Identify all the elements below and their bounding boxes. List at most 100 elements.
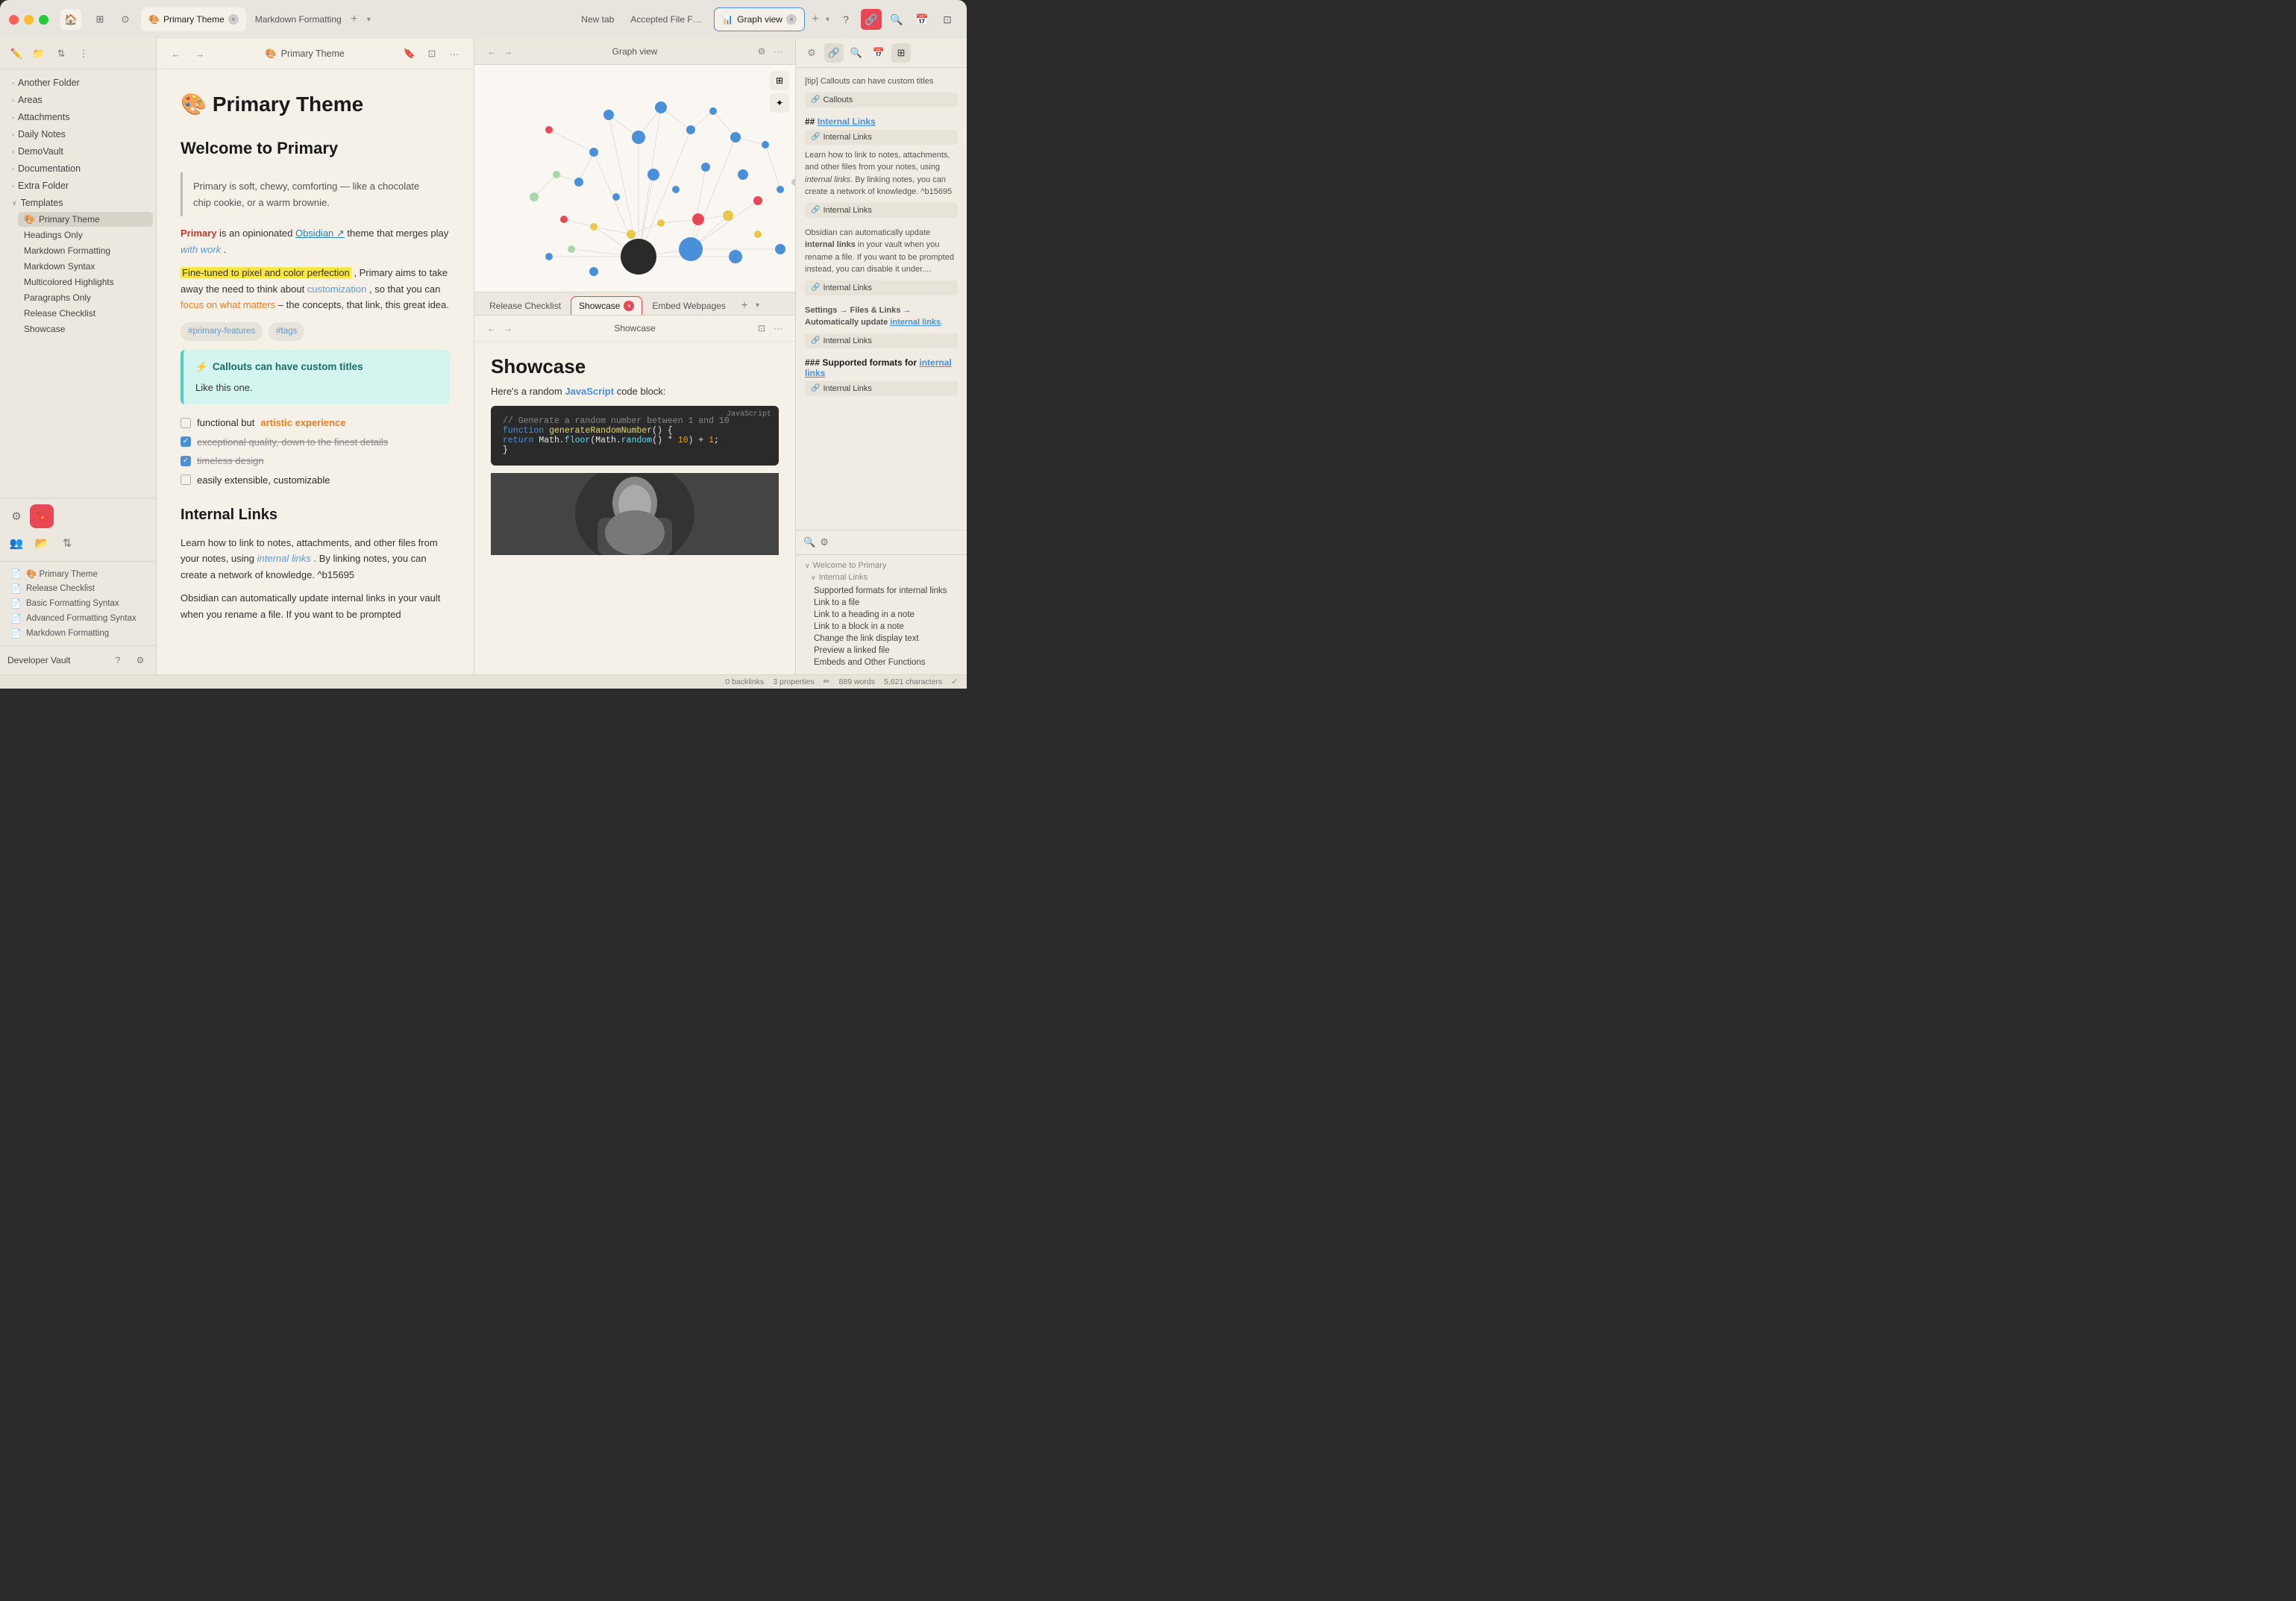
sidebar-item-paragraphs-only[interactable]: Paragraphs Only — [18, 290, 153, 305]
graph-node[interactable] — [530, 192, 539, 201]
tab-new-tab[interactable]: New tab — [574, 7, 621, 31]
primary-link[interactable]: Primary — [181, 228, 216, 239]
inspector-tab-search[interactable]: 🔍 — [847, 43, 866, 63]
graph-forward-btn[interactable]: → — [500, 43, 516, 60]
checkbox-1[interactable] — [181, 418, 191, 428]
showcase-tab-release-checklist[interactable]: Release Checklist — [482, 297, 568, 315]
sidebar-item-extra-folder[interactable]: › Extra Folder — [3, 178, 153, 194]
back-btn[interactable]: ← — [167, 45, 185, 63]
graph-more-btn[interactable]: ··· — [770, 43, 786, 60]
graph-node[interactable] — [568, 245, 575, 253]
recent-item-basic-formatting[interactable]: 📄 Basic Formatting Syntax — [6, 596, 150, 611]
toc-item-preview[interactable]: Preview a linked file — [805, 645, 958, 657]
graph-node[interactable] — [754, 231, 762, 238]
toc-heading[interactable]: ∨ Welcome to Primary — [805, 561, 958, 570]
graph-node[interactable] — [632, 131, 645, 144]
sidebar-item-headings-only[interactable]: Headings Only — [18, 228, 153, 242]
sidebar-item-primary-theme[interactable]: 🎨 Primary Theme — [18, 212, 153, 227]
window-btn[interactable]: ⊡ — [423, 45, 441, 63]
tabs-chevron-right[interactable]: ▾ — [826, 16, 829, 24]
sidebar-item-areas[interactable]: › Areas — [3, 92, 153, 108]
bookmark-btn[interactable]: 🔖 — [401, 45, 418, 63]
sidebar-item-showcase[interactable]: Showcase — [18, 322, 153, 336]
toc-item-link-to-file[interactable]: Link to a file — [805, 597, 958, 609]
inspector-tab-properties[interactable]: ⚙ — [802, 43, 821, 63]
search-btn[interactable]: 🔍 — [886, 9, 907, 30]
more-btn[interactable]: ⋮ — [75, 45, 92, 63]
checkbox-3[interactable]: ✓ — [181, 456, 191, 466]
nav-forward-btn[interactable]: ⊙ — [116, 10, 135, 29]
showcase-tab-embed-webpages[interactable]: Embed Webpages — [644, 297, 733, 315]
internal-links-link-3[interactable]: 🔗 Internal Links — [805, 281, 958, 295]
tag-primary-features[interactable]: #primary-features — [181, 322, 263, 341]
checkbox-4[interactable] — [181, 474, 191, 485]
graph-back-btn[interactable]: ← — [483, 43, 500, 60]
internal-links-link-1[interactable]: 🔗 Internal Links — [805, 130, 958, 145]
help-btn[interactable]: ? — [835, 9, 856, 30]
new-folder-btn[interactable]: 📁 — [30, 45, 48, 63]
tab-graph-view[interactable]: 📊 Graph view × — [714, 7, 805, 31]
graph-central-node[interactable] — [621, 239, 656, 275]
with-work-link[interactable]: with work — [181, 244, 221, 255]
customization-link[interactable]: customization — [307, 283, 366, 295]
maximize-button[interactable] — [39, 15, 48, 25]
graph-node[interactable] — [672, 186, 680, 193]
graph-node[interactable] — [589, 148, 598, 157]
recent-item-release-checklist[interactable]: 📄 Release Checklist — [6, 581, 150, 596]
showcase-forward-btn[interactable]: → — [500, 320, 516, 336]
graph-node[interactable] — [729, 250, 742, 263]
graph-node[interactable] — [545, 126, 553, 134]
sidebar-item-markdown-formatting[interactable]: Markdown Formatting — [18, 243, 153, 258]
search-icon[interactable]: 🔍 — [803, 536, 815, 548]
calendar-btn[interactable]: 📅 — [912, 9, 932, 30]
link-btn[interactable]: 🔗 — [861, 9, 882, 30]
showcase-add-tab-btn[interactable]: + — [735, 297, 753, 315]
close-button[interactable] — [9, 15, 19, 25]
graph-node[interactable] — [692, 213, 704, 225]
graph-node[interactable] — [590, 223, 597, 231]
sidebar-item-multicolored-highlights[interactable]: Multicolored Highlights — [18, 275, 153, 289]
editor-body[interactable]: 🎨 Primary Theme Welcome to Primary Prima… — [157, 69, 474, 674]
tab-chevron[interactable]: ▾ — [367, 16, 371, 24]
callouts-link[interactable]: 🔗 Callouts — [805, 93, 958, 107]
graph-filter-btn[interactable]: ⚙ — [753, 43, 770, 60]
status-backlinks[interactable]: 0 backlinks — [725, 677, 764, 686]
graph-layout-icon[interactable]: ✦ — [770, 93, 789, 113]
showcase-tab-chevron[interactable]: ▾ — [756, 301, 759, 310]
tab-markdown-formatting[interactable]: Markdown Formatting + ▾ — [248, 7, 378, 31]
toc-item-embeds[interactable]: Embeds and Other Functions — [805, 657, 958, 668]
community-icon-btn[interactable]: 👥 — [4, 531, 28, 555]
showcase-tab-close-btn[interactable]: × — [624, 301, 634, 311]
inspector-tab-links[interactable]: 🔗 — [824, 43, 844, 63]
inspector-tab-table[interactable]: ⊞ — [891, 43, 911, 63]
graph-node[interactable] — [657, 219, 665, 227]
toc-item-change-display[interactable]: Change the link display text — [805, 633, 958, 645]
recent-item-primary-theme[interactable]: 📄 🎨 Primary Theme — [6, 566, 150, 581]
graph-node[interactable] — [560, 216, 568, 223]
sidebar-item-demovault[interactable]: › DemoVault — [3, 143, 153, 160]
tab-accepted-file[interactable]: Accepted File Form... — [623, 7, 712, 31]
recent-item-markdown-formatting[interactable]: 📄 Markdown Formatting — [6, 626, 150, 641]
sidebar-item-release-checklist[interactable]: Release Checklist — [18, 306, 153, 321]
status-properties[interactable]: 3 properties — [773, 677, 814, 686]
internal-links-link[interactable]: internal links — [257, 553, 311, 564]
recent-item-advanced-formatting[interactable]: 📄 Advanced Formatting Syntax — [6, 611, 150, 626]
graph-icon-btn[interactable]: ⚙ — [4, 504, 28, 528]
pane-resize-handle[interactable] — [791, 178, 795, 186]
graph-node[interactable] — [686, 125, 695, 134]
toc-item-supported-formats[interactable]: Supported formats for internal links — [805, 585, 958, 597]
add-tab-btn[interactable]: + — [345, 10, 363, 28]
graph-node[interactable] — [775, 244, 785, 254]
layout-btn[interactable]: ⊡ — [937, 9, 958, 30]
graph-node[interactable] — [553, 171, 560, 178]
tag-tags[interactable]: #tags — [269, 322, 304, 341]
sidebar-item-templates[interactable]: ∨ Templates — [3, 195, 153, 211]
toc-internal-links-group[interactable]: ∨ Internal Links — [805, 573, 958, 582]
inspector-tab-calendar[interactable]: 📅 — [869, 43, 888, 63]
toc-item-link-to-block[interactable]: Link to a block in a note — [805, 621, 958, 633]
sidebar-item-another-folder[interactable]: › Another Folder — [3, 75, 153, 91]
graph-node[interactable] — [612, 193, 620, 201]
settings-btn[interactable]: ⚙ — [132, 652, 148, 668]
help-bottom-btn[interactable]: ? — [110, 652, 126, 668]
graph-node[interactable] — [627, 230, 636, 239]
